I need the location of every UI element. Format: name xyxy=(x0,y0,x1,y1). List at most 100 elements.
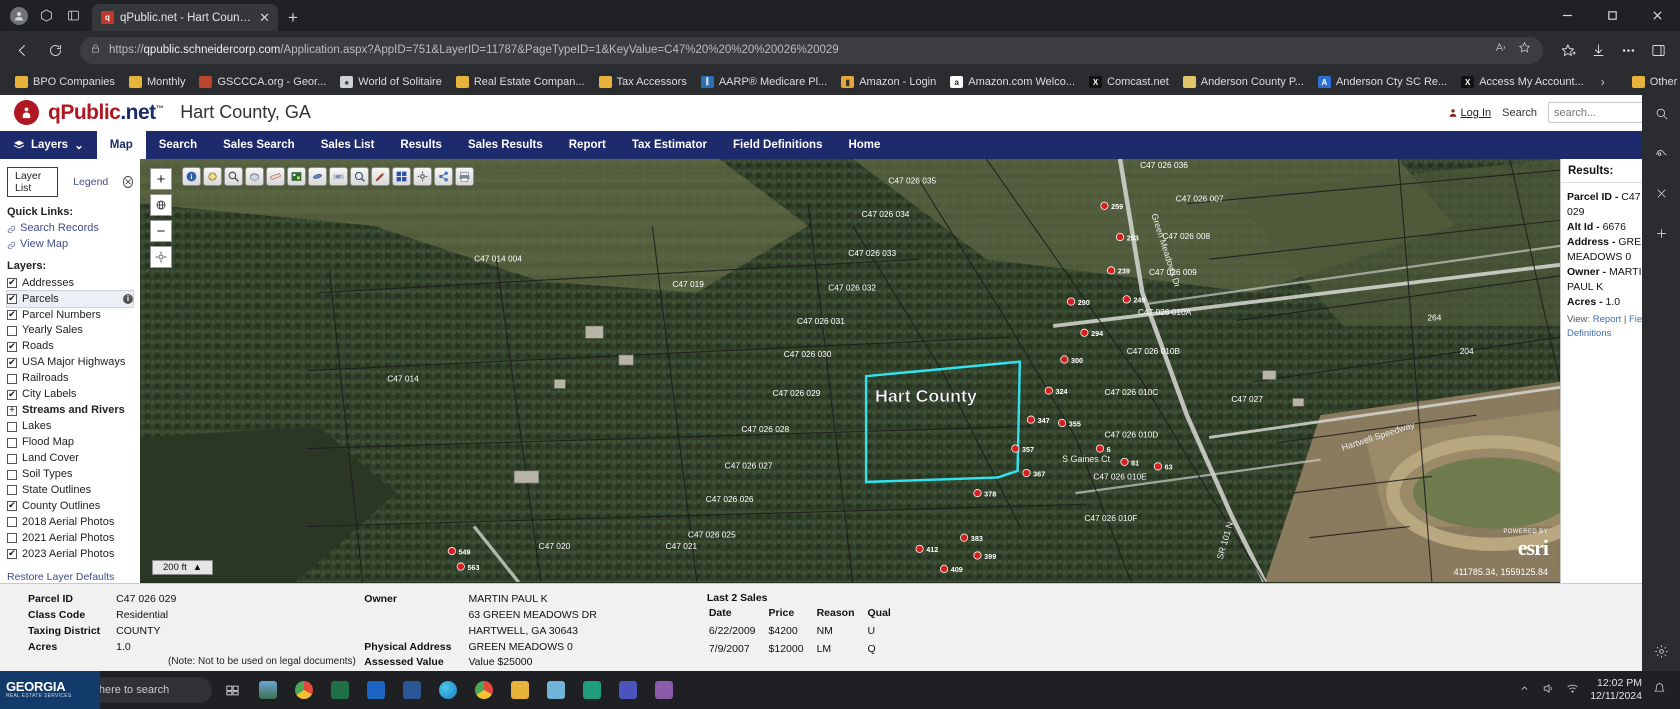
layer-checkbox[interactable] xyxy=(7,341,17,352)
favorites-icon[interactable] xyxy=(1554,36,1582,64)
taskbar-app-excel[interactable] xyxy=(324,675,356,705)
layer-row-yearly-sales[interactable]: Yearly Sales xyxy=(7,323,133,339)
layer-row-railroads[interactable]: Railroads xyxy=(7,371,133,387)
layer-row-flood-map[interactable]: Flood Map xyxy=(7,435,133,451)
bookmark-item[interactable]: Monthly xyxy=(123,73,192,91)
layer-row-state-outlines[interactable]: State Outlines xyxy=(7,482,133,498)
nav-item-field-definitions[interactable]: Field Definitions xyxy=(720,131,835,159)
quick-link-search-records[interactable]: Search Records xyxy=(7,221,133,237)
sidebar-search-icon[interactable] xyxy=(1651,103,1671,123)
layer-row-addresses[interactable]: Addresses xyxy=(7,275,133,291)
layer-checkbox[interactable] xyxy=(7,485,17,496)
nav-item-sales-search[interactable]: Sales Search xyxy=(210,131,308,159)
maximize-icon[interactable] xyxy=(1590,0,1635,31)
nav-item-map[interactable]: Map xyxy=(96,130,146,160)
tray-network-icon[interactable] xyxy=(1566,682,1579,698)
map-tool-markup[interactable] xyxy=(371,167,390,187)
map-tool-settings[interactable] xyxy=(413,167,432,187)
bookmark-item[interactable]: ♠ World of Solitaire xyxy=(334,73,448,91)
layer-row-city-labels[interactable]: City Labels xyxy=(7,387,133,403)
layer-checkbox[interactable] xyxy=(7,517,17,528)
zoom-out-button[interactable]: − xyxy=(150,220,172,243)
tray-volume-icon[interactable] xyxy=(1542,682,1555,698)
taskbar-app-word[interactable] xyxy=(396,675,428,705)
taskbar-clock[interactable]: 12:02 PM 12/11/2024 xyxy=(1590,677,1642,703)
nav-item-sales-results[interactable]: Sales Results xyxy=(455,131,556,159)
notification-center-icon[interactable] xyxy=(1653,682,1666,698)
layer-row-lakes[interactable]: Lakes xyxy=(7,419,133,435)
layer-row-2021-aerial-photos[interactable]: 2021 Aerial Photos xyxy=(7,530,133,546)
login-link[interactable]: Log In xyxy=(1448,107,1491,119)
layer-row-county-outlines[interactable]: County Outlines xyxy=(7,498,133,514)
tab-layer-list[interactable]: Layer List xyxy=(7,167,59,198)
nav-item-tax-estimator[interactable]: Tax Estimator xyxy=(619,131,720,159)
nav-item-results[interactable]: Results xyxy=(387,131,455,159)
tab-legend[interactable]: Legend xyxy=(66,174,116,191)
layer-row-parcel-numbers[interactable]: Parcel Numbers xyxy=(7,307,133,323)
sidebar-toggle-icon[interactable] xyxy=(1644,36,1672,64)
reload-icon[interactable] xyxy=(41,36,69,64)
sidebar-add-icon[interactable] xyxy=(1651,223,1671,243)
map-tool-explode[interactable] xyxy=(203,167,222,187)
layer-checkbox[interactable] xyxy=(7,278,17,289)
map-tool-extent[interactable] xyxy=(392,167,411,187)
nav-item-report[interactable]: Report xyxy=(556,131,619,159)
new-tab-button[interactable]: + xyxy=(288,9,298,26)
weather-widget[interactable] xyxy=(252,675,284,705)
layer-checkbox[interactable] xyxy=(7,309,17,320)
bookmark-item[interactable]: BPO Companies xyxy=(9,73,121,91)
map-scale-bar[interactable]: 200 ft ▲ xyxy=(152,560,214,576)
split-screen-icon[interactable] xyxy=(65,7,82,24)
bookmark-item[interactable]: A Anderson Cty SC Re... xyxy=(1312,73,1453,91)
layer-checkbox[interactable] xyxy=(7,325,17,336)
layer-checkbox[interactable] xyxy=(7,373,17,384)
header-search-label[interactable]: Search xyxy=(1502,107,1537,119)
layer-row-roads[interactable]: Roads xyxy=(7,339,133,355)
map-tool-measure[interactable] xyxy=(266,167,285,187)
map-tool-aerial[interactable] xyxy=(287,167,306,187)
layer-row-2018-aerial-photos[interactable]: 2018 Aerial Photos xyxy=(7,514,133,530)
downloads-icon[interactable] xyxy=(1584,36,1612,64)
taskbar-app-explorer[interactable] xyxy=(504,675,536,705)
bookmark-item[interactable]: X Access My Account... xyxy=(1455,73,1590,91)
add-favorite-icon[interactable] xyxy=(1518,41,1531,59)
layer-checkbox[interactable] xyxy=(7,501,17,512)
layer-checkbox[interactable] xyxy=(7,549,17,560)
bookmark-item[interactable]: GSCCCA.org - Geor... xyxy=(193,73,332,91)
bookmark-item[interactable]: X Comcast.net xyxy=(1083,73,1175,91)
map-tool-identify[interactable]: i xyxy=(182,167,201,187)
tray-chevron-icon[interactable] xyxy=(1518,682,1531,698)
map-tool-print[interactable] xyxy=(455,167,474,187)
map-area[interactable]: C47 026 036 C47 026 035 C47 026 034 C47 … xyxy=(140,159,1560,584)
layer-checkbox[interactable] xyxy=(7,453,17,464)
layer-row-soil-types[interactable]: Soil Types xyxy=(7,467,133,483)
nav-item-sales-list[interactable]: Sales List xyxy=(308,131,388,159)
copilot-icon[interactable] xyxy=(1651,143,1671,163)
browser-tab[interactable]: q qPublic.net - Hart County, GA - M ✕ xyxy=(92,4,278,31)
bookmark-item[interactable]: ▮ Amazon - Login xyxy=(835,73,942,91)
taskbar-app-teams[interactable] xyxy=(612,675,644,705)
bookmark-item[interactable]: ⫿ AARP® Medicare Pl... xyxy=(695,73,833,91)
report-link[interactable]: Report xyxy=(1593,314,1622,325)
bookmark-item[interactable]: Anderson County P... xyxy=(1177,73,1310,91)
nav-layers-button[interactable]: Layers ⌄ xyxy=(0,131,97,159)
bookmark-item[interactable]: Real Estate Compan... xyxy=(450,73,591,91)
taskbar-app-chrome2[interactable] xyxy=(468,675,500,705)
quick-link-view-map[interactable]: View Map xyxy=(7,237,133,253)
layer-panel-close-icon[interactable]: ✕ xyxy=(123,176,133,189)
bookmarks-overflow-icon[interactable]: › xyxy=(1594,73,1612,91)
bookmark-item[interactable]: Tax Accessors xyxy=(593,73,693,91)
close-window-icon[interactable] xyxy=(1635,0,1680,31)
read-aloud-icon[interactable] xyxy=(1494,41,1507,59)
layer-info-icon[interactable]: i xyxy=(123,294,133,305)
layer-row-2023-aerial-photos[interactable]: 2023 Aerial Photos xyxy=(7,546,133,562)
search-input[interactable] xyxy=(1554,106,1646,119)
home-extent-button[interactable] xyxy=(150,194,172,217)
layer-checkbox[interactable] xyxy=(7,357,17,368)
map-tool-search-map[interactable] xyxy=(224,167,243,187)
profile-avatar-icon[interactable] xyxy=(10,6,28,25)
settings-more-icon[interactable] xyxy=(1614,36,1642,64)
layer-checkbox[interactable] xyxy=(7,437,17,448)
taskbar-app-chrome[interactable] xyxy=(288,675,320,705)
map-tool-select[interactable] xyxy=(308,167,327,187)
